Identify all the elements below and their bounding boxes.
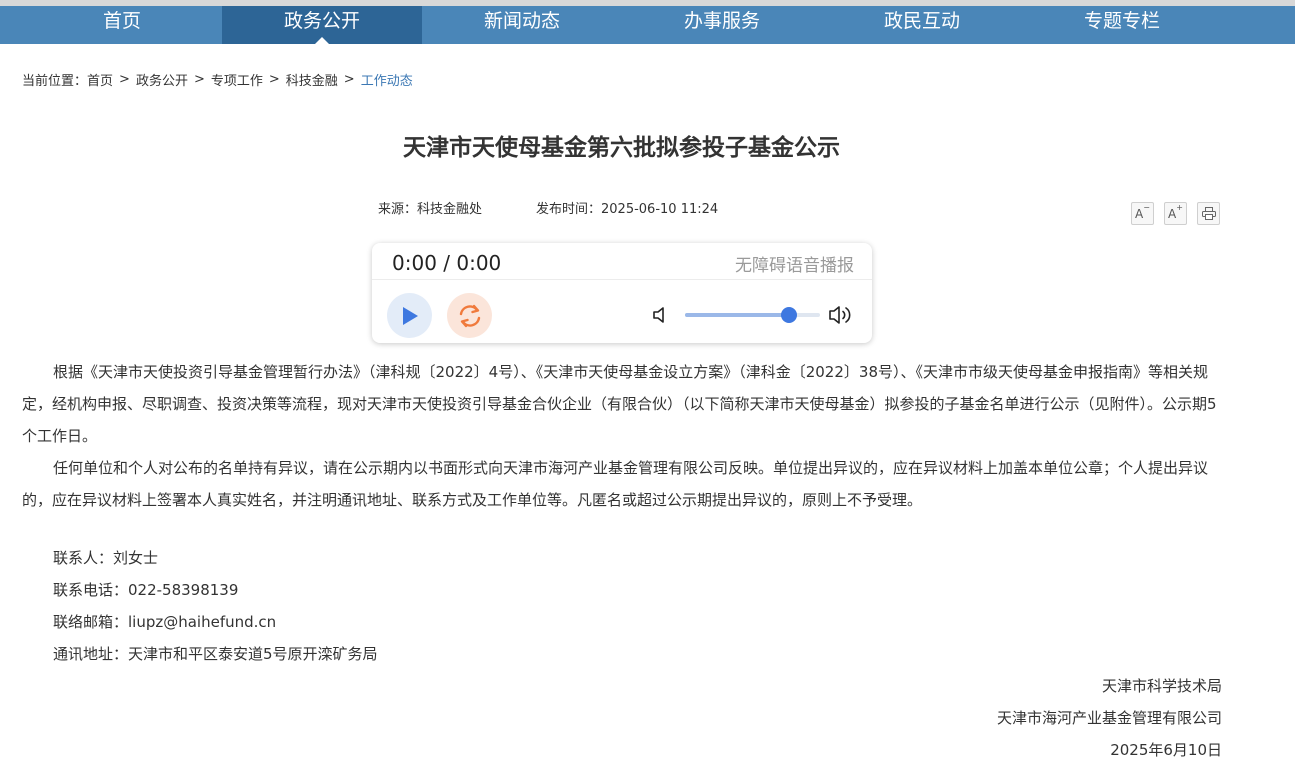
- loop-icon: [459, 304, 480, 327]
- print-button[interactable]: [1197, 202, 1220, 225]
- play-button[interactable]: [387, 293, 432, 338]
- play-icon: [402, 306, 418, 325]
- top-nav-bar: 首页 政务公开 新闻动态 办事服务 政民互动 专题专栏: [0, 0, 1295, 44]
- breadcrumb-separator: >: [268, 72, 280, 87]
- article-source: 来源：科技金融处: [378, 202, 483, 217]
- article-body: 根据《天津市天使投资引导基金管理暂行办法》（津科规〔2022〕4号）、《天津市天…: [22, 356, 1222, 516]
- signature-org-1: 天津市科学技术局: [1101, 677, 1222, 695]
- breadcrumb-link-special-work[interactable]: 专项工作: [211, 70, 263, 89]
- nav-item-services[interactable]: 办事服务: [622, 6, 822, 44]
- player-time: 0:00 / 0:00: [392, 251, 502, 275]
- nav-item-interaction[interactable]: 政民互动: [822, 6, 1022, 44]
- player-label: 无障碍语音播报: [735, 256, 854, 276]
- audio-player: 0:00 / 0:00 无障碍语音播报: [372, 243, 872, 343]
- font-decrease-button[interactable]: A−: [1131, 202, 1154, 225]
- player-divider: [372, 279, 872, 280]
- breadcrumb: 当前位置： 首页 > 政务公开 > 专项工作 > 科技金融 > 工作动态: [22, 70, 413, 89]
- breadcrumb-link-government-affairs[interactable]: 政务公开: [136, 70, 188, 89]
- breadcrumb-link-work-news[interactable]: 工作动态: [361, 70, 413, 89]
- volume-mute-icon[interactable]: [652, 305, 670, 325]
- font-decrease-icon: A−: [1135, 203, 1150, 221]
- signature-org-2: 天津市海河产业基金管理有限公司: [996, 709, 1222, 727]
- nav-item-home[interactable]: 首页: [22, 6, 222, 44]
- contact-address: 通讯地址：天津市和平区泰安道5号原开滦矿务局: [53, 645, 378, 663]
- breadcrumb-separator: >: [343, 72, 355, 87]
- breadcrumb-separator: >: [119, 72, 130, 87]
- contact-info: 联系人：刘女士 联系电话：022-58398139 联络邮箱：liupz@hai…: [53, 542, 378, 670]
- article-meta: 来源：科技金融处 发布时间：2025-06-10 11:24: [378, 198, 718, 217]
- page-title: 天津市天使母基金第六批拟参投子基金公示: [403, 135, 840, 161]
- breadcrumb-link-tech-finance[interactable]: 科技金融: [286, 70, 338, 89]
- signature-date: 2025年6月10日: [1110, 741, 1222, 759]
- contact-person: 联系人：刘女士: [53, 549, 159, 567]
- breadcrumb-separator: >: [193, 72, 205, 87]
- article-paragraph: 任何单位和个人对公布的名单持有异议，请在公示期内以书面形式向天津市海河产业基金管…: [22, 459, 1209, 509]
- nav-item-news[interactable]: 新闻动态: [422, 6, 622, 44]
- font-increase-icon: A+: [1168, 203, 1183, 221]
- volume-slider-fill: [685, 313, 789, 317]
- print-icon: [1201, 207, 1216, 220]
- volume-slider[interactable]: [685, 307, 820, 323]
- article-publish-time: 发布时间：2025-06-10 11:24: [536, 202, 719, 217]
- volume-up-icon[interactable]: [828, 303, 854, 327]
- volume-slider-knob[interactable]: [780, 307, 797, 323]
- nav-item-government-affairs[interactable]: 政务公开: [222, 6, 422, 44]
- breadcrumb-prefix: 当前位置：: [22, 74, 88, 89]
- signature: 天津市科学技术局 天津市海河产业基金管理有限公司 2025年6月10日: [997, 670, 1222, 766]
- main-nav: 首页 政务公开 新闻动态 办事服务 政民互动 专题专栏: [22, 6, 1222, 44]
- breadcrumb-link-home[interactable]: 首页: [87, 70, 113, 89]
- article-tools: A− A+: [1131, 202, 1230, 225]
- font-increase-button[interactable]: A+: [1164, 202, 1187, 225]
- contact-email: 联络邮箱：liupz@haihefund.cn: [53, 613, 277, 631]
- loop-button[interactable]: [447, 293, 492, 338]
- nav-item-special-topics[interactable]: 专题专栏: [1022, 6, 1222, 44]
- contact-phone: 联系电话：022-58398139: [53, 581, 239, 599]
- article-paragraph: 根据《天津市天使投资引导基金管理暂行办法》（津科规〔2022〕4号）、《天津市天…: [22, 363, 1217, 445]
